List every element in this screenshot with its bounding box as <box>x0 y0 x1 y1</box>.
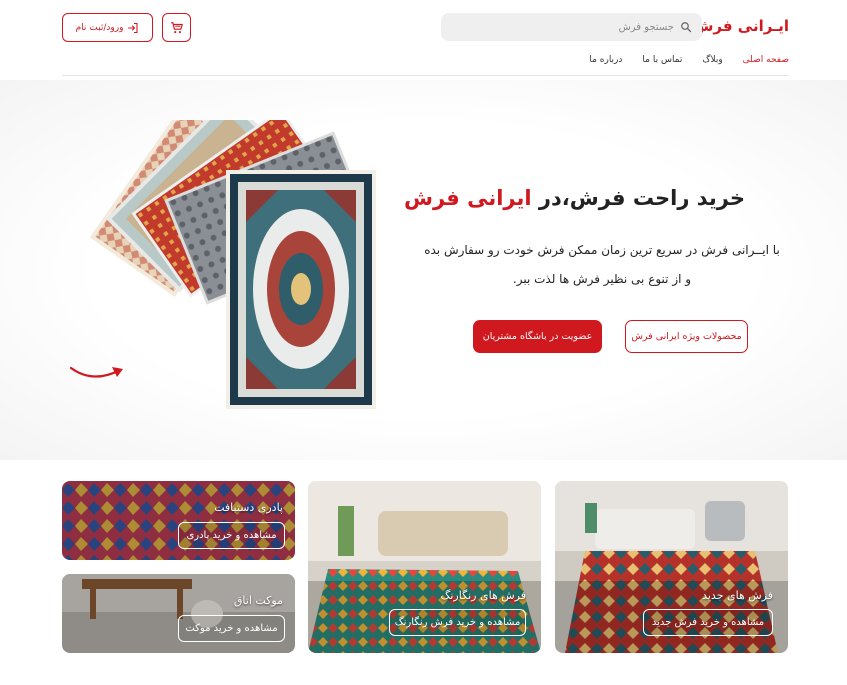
hero-description: با ایــرانی فرش در سریع ترین زمان ممکن ف… <box>417 236 787 294</box>
nav-item-contact[interactable]: تماس با ما <box>642 55 682 65</box>
category-card-doormat[interactable]: پادری دستبافت مشاهده و خرید پادری <box>62 481 295 560</box>
site-logo[interactable]: ایـرانی فرش <box>693 17 789 35</box>
customer-club-button[interactable]: عضویت در باشگاه مشتریان <box>473 320 602 353</box>
card-title-room-carpet: موکت اتاق <box>233 594 283 607</box>
hero-title-main: خرید راحت فرش،در <box>531 186 745 210</box>
hero-title: خرید راحت فرش،در ایرانی فرش <box>404 186 745 210</box>
search-input[interactable] <box>474 21 674 33</box>
nav-item-blog[interactable]: وبلاگ <box>702 55 722 65</box>
card-title-colorful-rugs: فرش های رنگارنگ <box>440 589 526 602</box>
hero-desc-line1: با ایــرانی فرش در سریع ترین زمان ممکن ف… <box>424 243 780 257</box>
cart-button[interactable] <box>162 13 191 42</box>
search-bar[interactable] <box>441 13 702 41</box>
card-button-doormat[interactable]: مشاهده و خرید پادری <box>178 522 285 549</box>
card-button-colorful-rugs[interactable]: مشاهده و خرید فرش رنگارنگ <box>389 609 526 636</box>
login-arrow-icon <box>128 22 138 33</box>
card-title-doormat: پادری دستبافت <box>214 501 283 514</box>
login-register-button[interactable]: ورود/ثبت نام <box>62 13 153 42</box>
main-nav: صفحه اصلی وبلاگ تماس با ما درباره ما <box>589 55 789 65</box>
hero-title-accent: ایرانی فرش <box>403 186 532 210</box>
header-divider <box>62 75 789 76</box>
category-card-colorful-rugs[interactable]: فرش های رنگارنگ مشاهده و خرید فرش رنگارن… <box>308 481 541 653</box>
card-title-new-rugs: فرش های جدید <box>702 589 773 602</box>
category-card-room-carpet[interactable]: موکت اتاق مشاهده و خرید موکت <box>62 574 295 653</box>
category-card-new-rugs[interactable]: فرش های جدید مشاهده و خرید فرش جدید <box>555 481 788 653</box>
site-header: ایـرانی فرش ورود/ثبت نام <box>62 12 789 44</box>
card-button-new-rugs[interactable]: مشاهده و خرید فرش جدید <box>643 609 773 636</box>
nav-item-home[interactable]: صفحه اصلی <box>743 55 789 65</box>
login-label: ورود/ثبت نام <box>75 22 124 33</box>
featured-products-button[interactable]: محصولات ویژه ایرانی فرش <box>625 320 748 353</box>
nav-item-about[interactable]: درباره ما <box>589 55 622 65</box>
hero-desc-line2: و از تنوع بی نظیر فرش ها لذت ببر. <box>512 272 692 286</box>
cart-icon <box>170 21 183 33</box>
decorative-arrow-icon <box>69 366 123 378</box>
card-button-room-carpet[interactable]: مشاهده و خرید موکت <box>178 615 285 642</box>
search-icon[interactable] <box>680 21 692 33</box>
